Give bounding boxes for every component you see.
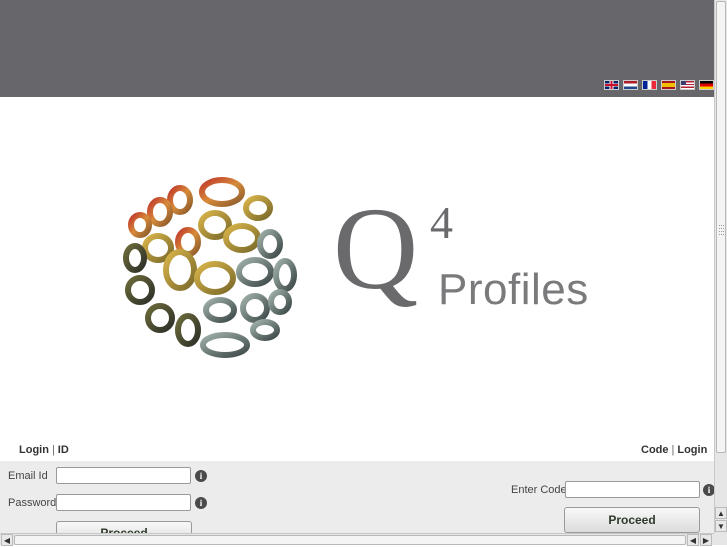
tab-code[interactable]: Code <box>641 444 669 456</box>
password-field[interactable] <box>56 494 191 511</box>
horizontal-scroll-thumb[interactable] <box>14 535 686 545</box>
us-flag-icon[interactable] <box>680 80 695 90</box>
left-panel-tabs: Login | ID <box>19 444 69 456</box>
uk-flag-icon[interactable] <box>604 80 619 90</box>
tab-login[interactable]: Login <box>19 444 49 456</box>
france-flag-icon[interactable] <box>642 80 657 90</box>
germany-flag-icon[interactable] <box>699 80 714 90</box>
scroll-up-arrow-icon[interactable]: ▲ <box>715 507 727 519</box>
code-proceed-button[interactable]: Proceed <box>564 507 700 533</box>
brand-wordmark: Q 4 Profiles <box>333 190 623 330</box>
scroll-left-arrow-icon[interactable]: ◀ <box>1 534 13 546</box>
brand-letter: Q <box>333 183 419 314</box>
email-info-icon[interactable]: i <box>195 470 207 482</box>
vertical-scroll-thumb[interactable] <box>716 1 726 453</box>
vertical-scrollbar[interactable]: ▲ ▼ <box>714 0 727 533</box>
spain-flag-icon[interactable] <box>661 80 676 90</box>
scrollbar-corner <box>714 533 727 545</box>
email-label: Email Id <box>8 470 48 482</box>
password-info-icon[interactable]: i <box>195 497 207 509</box>
code-field[interactable] <box>565 481 700 498</box>
tab-id[interactable]: ID <box>58 444 69 456</box>
brand-word: Profiles <box>438 265 589 314</box>
right-panel-tabs: Code | Login <box>641 444 707 456</box>
tab-separator: | <box>671 444 675 456</box>
email-field[interactable] <box>56 467 191 484</box>
scroll-down-arrow-icon[interactable]: ▼ <box>715 520 727 532</box>
tab-login-right[interactable]: Login <box>677 444 707 456</box>
login-form-band: Email Id i Password i Proceed Enter Code… <box>0 461 714 533</box>
login-proceed-button[interactable]: Proceed <box>56 521 192 533</box>
q-sphere-logo-icon <box>110 170 310 375</box>
horizontal-scrollbar[interactable]: ◀ ◀ ▶ <box>0 533 714 546</box>
scroll-right-arrow-icon[interactable]: ▶ <box>700 534 712 546</box>
top-header-bar <box>0 0 714 97</box>
scroll-left-arrow-end-icon[interactable]: ◀ <box>687 534 699 546</box>
code-label: Enter Code <box>511 484 567 496</box>
code-info-icon[interactable]: i <box>703 484 714 496</box>
tab-separator: | <box>51 444 55 456</box>
brand-superscript: 4 <box>430 197 453 248</box>
netherlands-flag-icon[interactable] <box>623 80 638 90</box>
password-label: Password <box>8 497 57 509</box>
page-viewport: Q 4 Profiles Login | ID Code | Login Email I… <box>0 0 714 533</box>
language-selector <box>604 80 714 90</box>
